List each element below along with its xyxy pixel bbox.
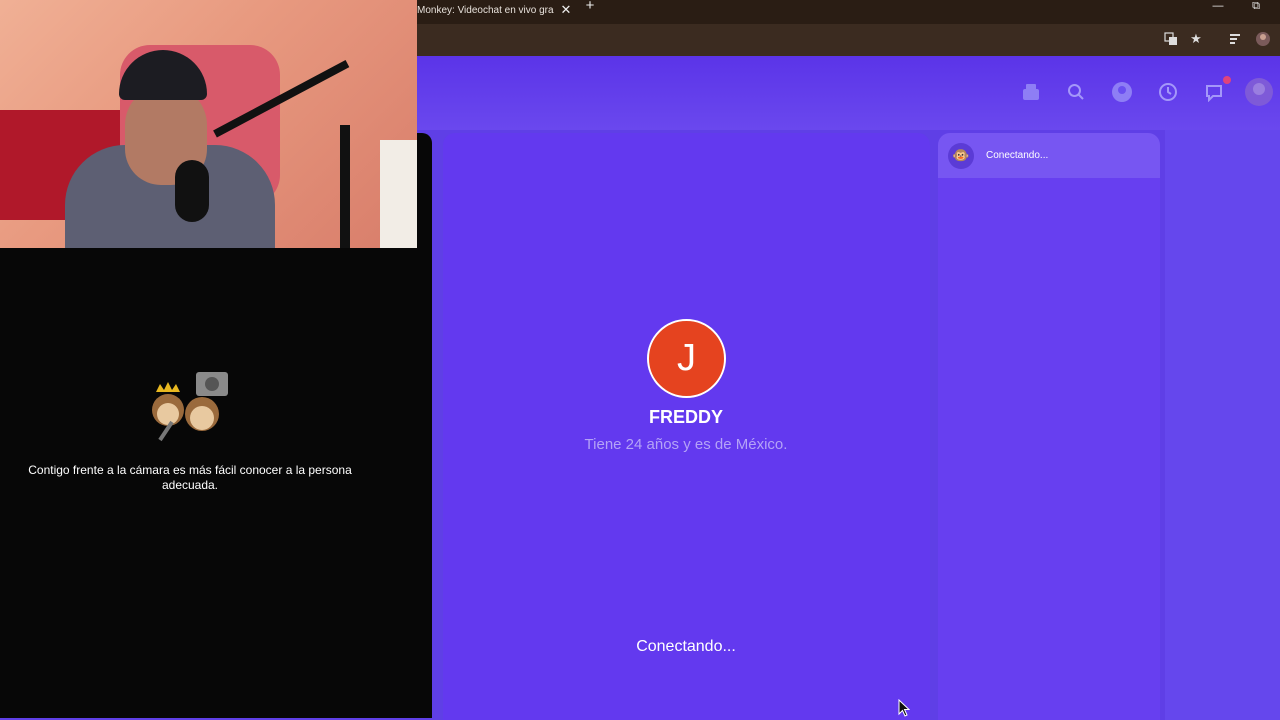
- app-header: [417, 56, 1280, 130]
- browser-tab[interactable]: Monkey: Videochat en vivo gra ✕: [417, 0, 573, 20]
- monkey-icon: 🐵: [948, 142, 974, 169]
- user-icon[interactable]: [1110, 80, 1134, 104]
- chat-panel: [938, 133, 1160, 720]
- search-icon[interactable]: [1064, 80, 1088, 104]
- connection-status: Conectando...: [636, 638, 736, 655]
- chat-icon[interactable]: [1202, 80, 1226, 104]
- webcam-mic-stand: [340, 125, 350, 248]
- star-icon[interactable]: ★: [1187, 30, 1205, 48]
- self-video-edge: [417, 133, 432, 248]
- monkeys-camera-icon: [150, 370, 232, 442]
- profile-icon[interactable]: [1254, 30, 1272, 48]
- window-minimize-button[interactable]: —: [1208, 0, 1228, 12]
- translate-icon[interactable]: [1162, 30, 1180, 48]
- webcam-overlay: [0, 0, 417, 248]
- partner-name: FREDDY: [648, 407, 723, 427]
- tab-close-icon[interactable]: ✕: [559, 2, 573, 18]
- new-tab-button[interactable]: +: [582, 0, 598, 16]
- tab-title: Monkey: Videochat en vivo gra: [417, 4, 554, 16]
- tab-search-icon[interactable]: [1227, 30, 1245, 48]
- window-restore-button[interactable]: ⧉: [1246, 0, 1266, 13]
- background-panel: [1165, 130, 1280, 720]
- microphone-icon: [175, 160, 209, 222]
- webcam-desk: [380, 140, 417, 248]
- webcam-person: [65, 50, 275, 248]
- avatar-icon[interactable]: [1244, 77, 1274, 107]
- notification-badge: [1223, 76, 1231, 84]
- address-bar[interactable]: [417, 27, 1152, 51]
- webcam-cap: [119, 50, 207, 100]
- cursor-icon: [898, 699, 910, 717]
- chat-header: 🐵 Conectando...: [938, 133, 1160, 178]
- chat-status: Conectando...: [986, 150, 1049, 161]
- history-icon[interactable]: [1156, 80, 1180, 104]
- self-video-message: Contigo frente a la cámara es más fácil …: [28, 463, 352, 492]
- partner-avatar: J: [647, 319, 726, 398]
- shop-icon[interactable]: [1019, 80, 1043, 104]
- partner-info: Tiene 24 años y es de México.: [584, 436, 788, 453]
